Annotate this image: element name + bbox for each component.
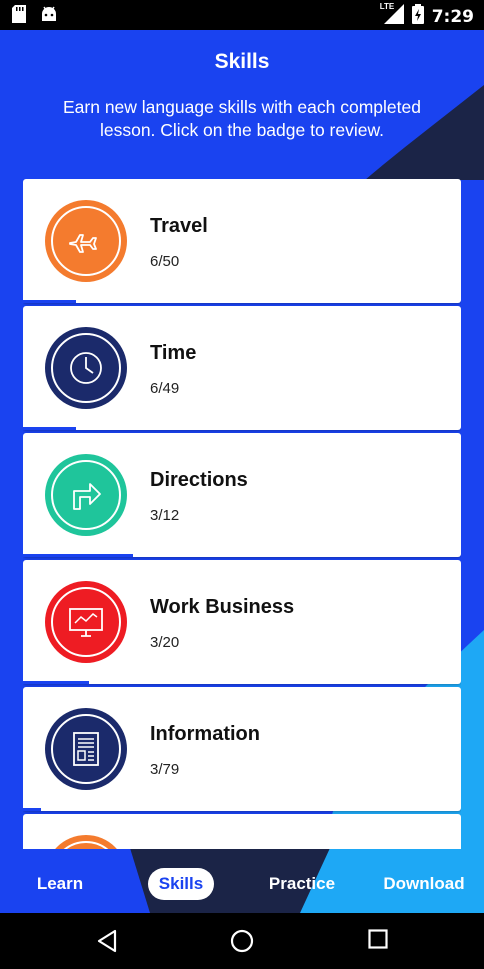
monitor-chart-icon (69, 608, 103, 637)
newspaper-icon (73, 732, 99, 766)
skill-name: Information (150, 723, 260, 745)
skill-name: Directions (150, 469, 248, 491)
skills-list: Travel 6/50 Time 6/49 Directions 3/12 Wo… (23, 179, 461, 849)
android-icon (40, 5, 58, 28)
sd-card-icon (12, 5, 26, 28)
network-type-label: LTE (379, 2, 395, 11)
skill-progress-bar (23, 300, 76, 303)
skill-progress-count: 6/50 (150, 253, 180, 270)
skill-badge[interactable] (45, 200, 127, 282)
system-nav-bar (0, 913, 484, 969)
skill-progress-count: 3/79 (150, 761, 180, 778)
home-icon[interactable] (230, 929, 254, 953)
signal-icon: LTE (380, 2, 404, 29)
tab-download[interactable]: Download (380, 868, 468, 900)
clock-icon (70, 352, 102, 384)
skill-card-work-business[interactable]: Work Business 3/20 (23, 560, 461, 684)
skill-card-time[interactable]: Time 6/49 (23, 306, 461, 430)
tab-skills[interactable]: Skills (148, 868, 214, 900)
turn-right-arrow-icon (73, 483, 101, 510)
skill-badge[interactable] (45, 835, 127, 849)
skill-card-travel[interactable]: Travel 6/50 (23, 179, 461, 303)
battery-icon (411, 4, 424, 29)
skill-card-partial[interactable] (23, 814, 461, 849)
skill-progress-count: 3/12 (150, 507, 180, 524)
page-title: Skills (214, 50, 270, 73)
skill-progress-count: 6/49 (150, 380, 180, 397)
status-bar: LTE 7:29 (0, 0, 484, 30)
airplane-icon (69, 234, 97, 253)
skill-name: Time (150, 342, 197, 364)
skill-name: Work Business (150, 596, 295, 618)
recents-icon[interactable] (368, 929, 388, 949)
skill-name: Travel (150, 215, 208, 237)
skill-progress-bar (23, 427, 76, 430)
tab-practice[interactable]: Practice (262, 868, 342, 900)
skills-screen: Skills Earn new language skills with eac… (0, 30, 484, 913)
skill-progress-bar (23, 554, 133, 557)
page-subtitle: Earn new language skills with each compl… (63, 97, 421, 140)
clock-time: 7:29 (431, 6, 474, 27)
skill-progress-count: 3/20 (150, 634, 180, 651)
skill-badge[interactable] (45, 454, 127, 536)
skill-card-information[interactable]: Information 3/79 (23, 687, 461, 811)
skill-card-directions[interactable]: Directions 3/12 (23, 433, 461, 557)
skill-badge[interactable] (45, 581, 127, 663)
tab-learn[interactable]: Learn (28, 868, 92, 900)
skill-badge[interactable] (45, 327, 127, 409)
skill-progress-bar (23, 681, 89, 684)
bottom-tab-bar: Learn Skills Practice Download (0, 848, 484, 913)
skill-progress-bar (23, 808, 41, 811)
skill-badge[interactable] (45, 708, 127, 790)
back-icon[interactable] (96, 929, 118, 953)
